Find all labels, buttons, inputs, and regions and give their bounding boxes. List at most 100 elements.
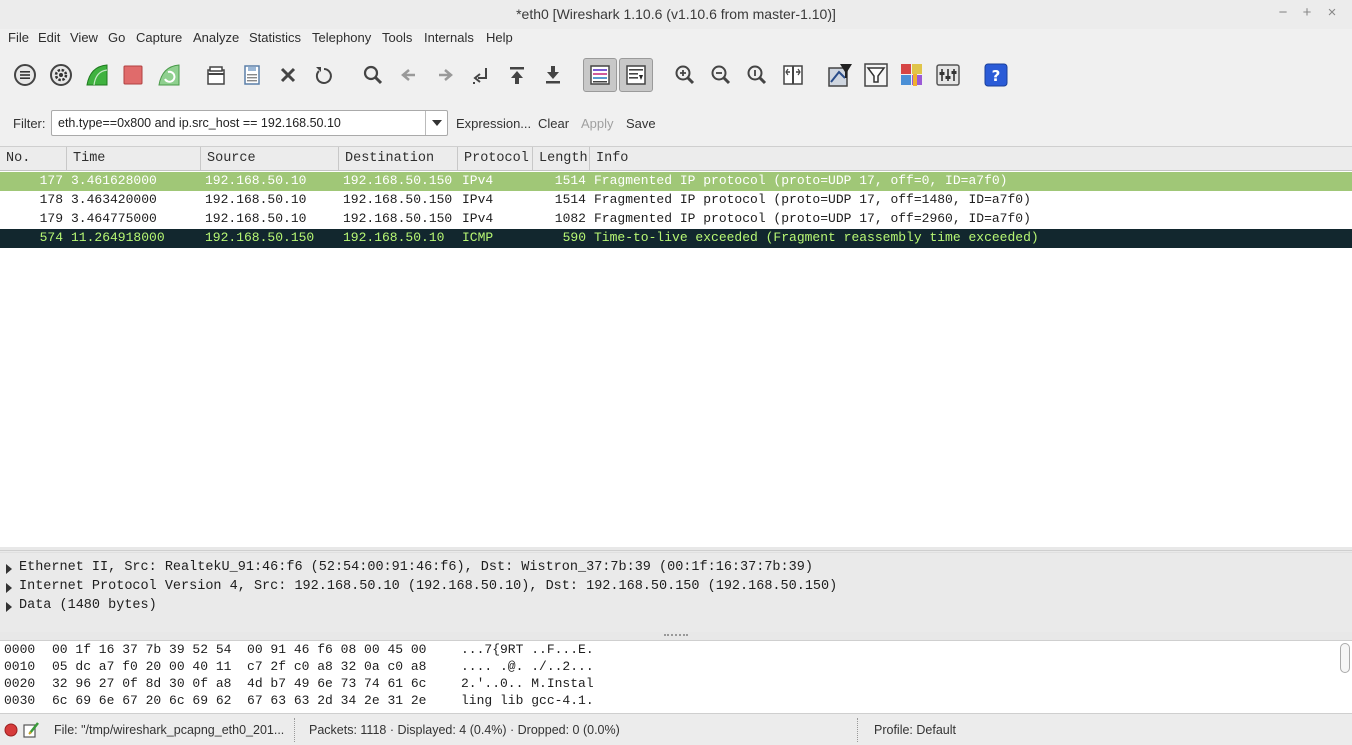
column-header-info[interactable]: Info xyxy=(590,147,1352,170)
capture-options-icon[interactable] xyxy=(48,62,74,88)
save-file-icon[interactable] xyxy=(239,62,265,88)
table-row[interactable]: 179 3.464775000 192.168.50.10 192.168.50… xyxy=(0,210,1352,229)
expand-arrow-icon[interactable] xyxy=(6,602,12,612)
preferences-icon[interactable] xyxy=(935,62,961,88)
cell-no: 179 xyxy=(39,211,63,226)
reload-file-icon[interactable] xyxy=(311,62,337,88)
column-header-time[interactable]: Time xyxy=(67,147,201,170)
hex-offset: 0020 xyxy=(4,676,36,691)
pane-splitter-bottom[interactable] xyxy=(0,632,1352,640)
colorize-icon[interactable] xyxy=(583,58,617,92)
menu-internals[interactable]: Internals xyxy=(424,30,474,45)
column-header-destination[interactable]: Destination xyxy=(339,147,458,170)
column-header-source[interactable]: Source xyxy=(201,147,339,170)
packet-details-pane[interactable]: Ethernet II, Src: RealtekU_91:46:f6 (52:… xyxy=(0,550,1352,632)
cell-destination: 192.168.50.150 xyxy=(343,173,453,188)
cell-protocol: IPv4 xyxy=(462,192,494,207)
menu-help[interactable]: Help xyxy=(486,30,513,45)
go-to-packet-icon[interactable] xyxy=(468,62,494,88)
go-back-icon[interactable] xyxy=(396,62,422,88)
normal-size-icon[interactable] xyxy=(744,62,770,88)
zoom-out-icon[interactable] xyxy=(708,62,734,88)
details-tree-item-ethernet[interactable]: Ethernet II, Src: RealtekU_91:46:f6 (52:… xyxy=(0,559,1352,578)
table-row[interactable]: 177 3.461628000 192.168.50.10 192.168.50… xyxy=(0,172,1352,191)
apply-filter-button[interactable]: Apply xyxy=(581,116,614,131)
display-filter-input[interactable] xyxy=(52,111,424,135)
interface-list-icon[interactable] xyxy=(12,62,38,88)
table-row[interactable]: 574 11.264918000 192.168.50.150 192.168.… xyxy=(0,229,1352,248)
cell-info: Time-to-live exceeded (Fragment reassemb… xyxy=(594,230,1039,245)
first-packet-icon[interactable] xyxy=(504,62,530,88)
coloring-rules-icon[interactable] xyxy=(899,62,925,88)
open-file-icon[interactable] xyxy=(203,62,229,88)
hex-offset: 0000 xyxy=(4,642,36,657)
display-filters-icon[interactable] xyxy=(863,62,889,88)
column-header-protocol[interactable]: Protocol xyxy=(458,147,533,170)
expert-info-icon[interactable] xyxy=(4,723,18,737)
cell-info: Fragmented IP protocol (proto=UDP 17, of… xyxy=(594,211,1031,226)
details-scrolled-row xyxy=(0,551,1352,553)
expression-button[interactable]: Expression... xyxy=(456,116,531,131)
expand-arrow-icon[interactable] xyxy=(6,583,12,593)
column-header-length[interactable]: Length xyxy=(533,147,590,170)
details-tree-item-data[interactable]: Data (1480 bytes) xyxy=(0,597,1352,616)
close-file-icon[interactable] xyxy=(275,62,301,88)
help-icon[interactable]: ? xyxy=(983,62,1009,88)
clear-filter-button[interactable]: Clear xyxy=(538,116,569,131)
restart-capture-icon[interactable] xyxy=(156,62,182,88)
cell-time: 11.264918000 xyxy=(71,230,165,245)
status-packets: Packets: 1118 · Displayed: 4 (0.4%) · Dr… xyxy=(309,723,620,737)
zoom-in-icon[interactable] xyxy=(672,62,698,88)
menu-edit[interactable]: Edit xyxy=(38,30,60,45)
capture-filters-icon[interactable] xyxy=(827,62,853,88)
auto-scroll-icon[interactable] xyxy=(619,58,653,92)
filter-dropdown-button[interactable] xyxy=(425,111,447,135)
cell-source: 192.168.50.150 xyxy=(205,230,315,245)
go-forward-icon[interactable] xyxy=(432,62,458,88)
display-filter-combo[interactable] xyxy=(51,110,448,136)
menu-capture[interactable]: Capture xyxy=(136,30,182,45)
last-packet-icon[interactable] xyxy=(540,62,566,88)
cell-no: 177 xyxy=(39,173,63,188)
capture-comment-icon[interactable] xyxy=(22,721,40,739)
minimize-button[interactable]: − xyxy=(1274,4,1292,22)
hex-bytes: 32 96 27 0f 8d 30 0f a8 4d b7 49 6e 73 7… xyxy=(52,676,427,691)
packet-list[interactable]: No. Time Source Destination Protocol Len… xyxy=(0,146,1352,547)
menu-view[interactable]: View xyxy=(70,30,98,45)
filter-label: Filter: xyxy=(13,116,46,131)
hex-ascii: 2.'..0.. M.Instal xyxy=(461,676,594,691)
hex-scrollbar[interactable] xyxy=(1340,643,1350,673)
cell-time: 3.461628000 xyxy=(71,173,157,188)
menu-go[interactable]: Go xyxy=(108,30,125,45)
menu-analyze[interactable]: Analyze xyxy=(193,30,239,45)
expand-arrow-icon[interactable] xyxy=(6,564,12,574)
chevron-down-icon xyxy=(431,120,442,126)
cell-source: 192.168.50.10 xyxy=(205,192,307,207)
close-window-button[interactable]: × xyxy=(1323,4,1341,22)
column-header-no[interactable]: No. xyxy=(0,147,67,170)
menu-tools[interactable]: Tools xyxy=(382,30,412,45)
resize-columns-icon[interactable] xyxy=(780,62,806,88)
table-row[interactable]: 178 3.463420000 192.168.50.10 192.168.50… xyxy=(0,191,1352,210)
svg-text:?: ? xyxy=(992,67,1001,85)
status-file: File: "/tmp/wireshark_pcapng_eth0_201... xyxy=(54,723,285,737)
stop-capture-icon[interactable] xyxy=(120,62,146,88)
cell-destination: 192.168.50.150 xyxy=(343,192,453,207)
hex-ascii: ling lib gcc-4.1. xyxy=(461,693,594,708)
cell-protocol: IPv4 xyxy=(462,211,494,226)
status-profile[interactable]: Profile: Default xyxy=(874,723,956,737)
menu-statistics[interactable]: Statistics xyxy=(249,30,301,45)
cell-info: Fragmented IP protocol (proto=UDP 17, of… xyxy=(594,192,1031,207)
details-tree-item-ip[interactable]: Internet Protocol Version 4, Src: 192.16… xyxy=(0,578,1352,597)
cell-time: 3.463420000 xyxy=(71,192,157,207)
find-packet-icon[interactable] xyxy=(360,62,386,88)
maximize-button[interactable]: + xyxy=(1298,4,1316,22)
menu-file[interactable]: File xyxy=(8,30,29,45)
hex-dump-pane[interactable]: 0000 00 1f 16 37 7b 39 52 54 00 91 46 f6… xyxy=(0,640,1352,713)
hex-ascii: .... .@. ./..2... xyxy=(461,659,594,674)
save-filter-button[interactable]: Save xyxy=(626,116,656,131)
cell-destination: 192.168.50.10 xyxy=(343,230,445,245)
start-capture-icon[interactable] xyxy=(84,62,110,88)
menu-telephony[interactable]: Telephony xyxy=(312,30,371,45)
hex-row: 0020 32 96 27 0f 8d 30 0f a8 4d b7 49 6e… xyxy=(0,676,594,693)
